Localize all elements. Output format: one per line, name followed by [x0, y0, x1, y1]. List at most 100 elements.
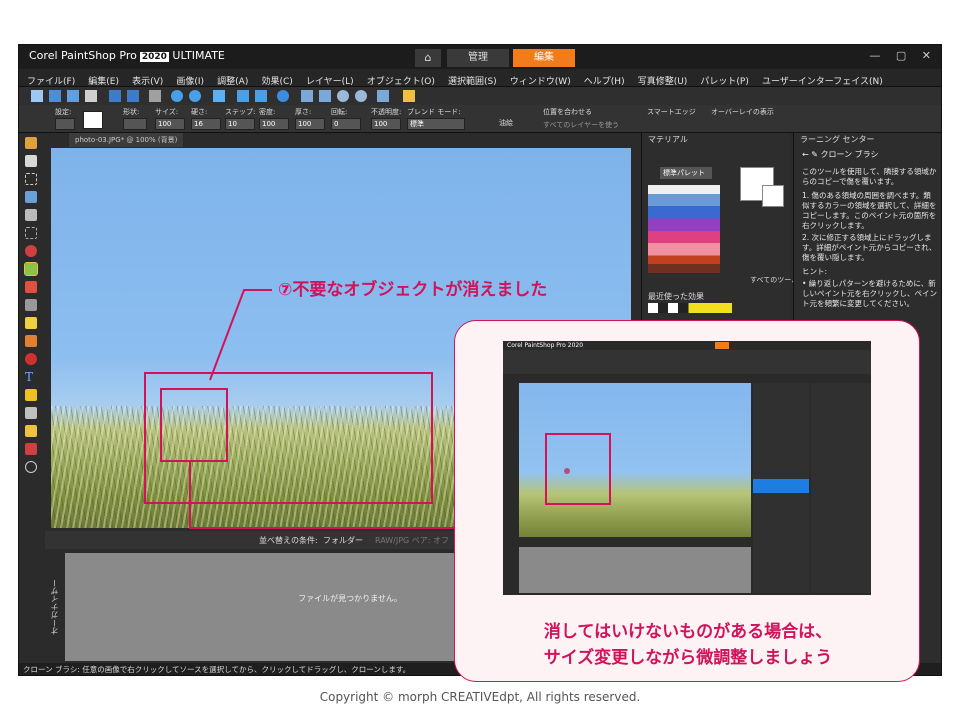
shape-selector[interactable] — [123, 118, 147, 130]
size-field[interactable]: 100 — [155, 118, 185, 130]
color-swatches[interactable] — [648, 185, 720, 273]
palette-select[interactable]: 標準パレット — [660, 167, 712, 179]
recent-colors[interactable] — [648, 303, 732, 313]
tool-name: クローン ブラシ — [820, 150, 879, 159]
color-replacer-tool-icon[interactable] — [25, 353, 37, 365]
preset-shape-tool-icon[interactable] — [25, 389, 37, 401]
document-tab[interactable]: photo-03.JPG* @ 100% (背景) — [69, 133, 184, 147]
overlay-checkbox[interactable]: オーバーレイの表示 — [711, 107, 774, 117]
copyright-text: Copyright © morph CREATIVEdpt, All right… — [319, 690, 641, 704]
rotate-right-icon[interactable] — [255, 90, 267, 102]
background-swatch[interactable] — [762, 185, 784, 207]
brand-name: Corel PaintShop Pro — [29, 49, 137, 62]
preset-picker[interactable] — [55, 118, 75, 130]
clone-brush-tool-icon[interactable] — [24, 262, 38, 276]
smart-edge-checkbox[interactable]: スマートエッジ — [647, 107, 696, 117]
size-label: サイズ: — [155, 108, 179, 116]
picture-tube-tool-icon[interactable] — [25, 443, 37, 455]
print-icon[interactable] — [149, 90, 161, 102]
dropper-tool-icon[interactable] — [25, 191, 37, 203]
callout-text: ⑦不要なオブジェクトが消えました — [278, 280, 548, 300]
sort-select[interactable]: フォルダー — [323, 535, 363, 546]
full-screen-icon[interactable] — [377, 90, 389, 102]
dodge-tool-icon[interactable] — [25, 317, 37, 329]
pick-tool-icon[interactable] — [25, 155, 37, 167]
tools-toolbar: T — [19, 133, 45, 663]
crop-tool-icon[interactable] — [25, 209, 37, 221]
rotation-field[interactable]: 0 — [331, 118, 361, 130]
materials-title: マテリアル — [648, 135, 688, 144]
title-bar: Corel PaintShop Pro 2020 ULTIMATE ⌂ 管理 編集… — [19, 45, 941, 69]
hardness-field[interactable]: 16 — [191, 118, 221, 130]
zoom-in-icon[interactable] — [355, 90, 367, 102]
image-info-icon[interactable] — [301, 90, 313, 102]
zoom-out-icon[interactable] — [337, 90, 349, 102]
straighten-tool-icon[interactable] — [25, 227, 37, 239]
shape-label: 形状: — [123, 108, 140, 116]
tool-options-bar: 設定: 形状: サイズ: 100 硬さ: 16 ステップ: 10 密度: 100… — [19, 105, 941, 133]
script-icon[interactable] — [403, 90, 415, 102]
step-2: 2. 次に修正する領域上にドラッグします。詳細がペイント元からコピーされ、傷を覆… — [802, 233, 937, 262]
rotate-left-icon[interactable] — [237, 90, 249, 102]
rotation-label: 回転: — [331, 108, 348, 116]
more-tools-icon[interactable] — [25, 461, 37, 473]
app-brand: Corel PaintShop Pro 2020 ULTIMATE — [29, 49, 225, 62]
inset-highlight-box — [545, 433, 611, 505]
tool-heading: ← ✎ クローン ブラシ — [802, 149, 878, 160]
home-tab[interactable]: ⌂ — [415, 49, 441, 67]
tab-edit[interactable]: 編集 — [513, 49, 575, 67]
blend-select[interactable]: 標準 — [407, 118, 465, 130]
thistle-flower — [564, 468, 570, 474]
open-icon[interactable] — [49, 90, 61, 102]
pan-tool-icon[interactable] — [25, 137, 37, 149]
fill-tool-icon[interactable] — [25, 335, 37, 347]
raw-jpg-pair-toggle[interactable]: RAW/JPG ペア: オフ — [375, 535, 449, 546]
all-layers-checkbox[interactable]: すべてのレイヤーを使う — [543, 120, 619, 130]
red-eye-tool-icon[interactable] — [25, 245, 37, 257]
all-tools-checkbox[interactable]: すべてのツール — [750, 275, 798, 285]
info-icon[interactable] — [277, 90, 289, 102]
pen-tool-icon[interactable] — [25, 407, 37, 419]
undo-icon[interactable] — [171, 90, 183, 102]
opacity-label: 不透明度: — [371, 108, 402, 116]
thickness-field[interactable]: 100 — [295, 118, 325, 130]
eraser-tool-icon[interactable] — [25, 299, 37, 311]
step-label: ステップ: — [225, 108, 256, 116]
brush-tip-preview[interactable] — [83, 111, 103, 129]
scan-icon[interactable] — [85, 90, 97, 102]
slide: Corel PaintShop Pro 2020 ULTIMATE ⌂ 管理 編集… — [0, 0, 960, 720]
thickness-label: 厚さ: — [295, 108, 312, 116]
browse-icon[interactable] — [67, 90, 79, 102]
inset-caption-line-2: サイズ変更しながら微調整しましょう — [543, 648, 833, 668]
redo-icon[interactable] — [189, 90, 201, 102]
back-arrow-icon[interactable]: ← — [802, 150, 809, 159]
organizer-side-label: オーガナイザー — [45, 553, 65, 661]
warp-brush-tool-icon[interactable] — [25, 425, 37, 437]
recent-effects-label: 最近使った効果 — [648, 292, 704, 301]
save-icon[interactable] — [109, 90, 121, 102]
text-tool-icon[interactable]: T — [25, 371, 37, 383]
tab-manage[interactable]: 管理 — [447, 49, 509, 67]
inset-caption: 消してはいけないものがある場合は、 サイズ変更しながら微調整しましょう — [455, 619, 921, 671]
fit-icon[interactable] — [319, 90, 331, 102]
learning-title: ラーニング センター — [800, 135, 875, 144]
opacity-field[interactable]: 100 — [371, 118, 401, 130]
wet-label: 油絵 — [499, 119, 513, 127]
aligned-checkbox[interactable]: 位置を合わせる — [543, 107, 592, 117]
hint-label: ヒント: — [802, 267, 828, 276]
menu-bar: ファイル(F) 編集(E) 表示(V) 画像(I) 調整(A) 効果(C) レイ… — [19, 69, 941, 87]
paint-brush-tool-icon[interactable] — [25, 281, 37, 293]
hint-1: • 繰り返しパターンを避けるために、新しいペイント元を右クリックし、ペイント元を… — [802, 279, 937, 308]
save-as-icon[interactable] — [127, 90, 139, 102]
window-controls[interactable]: — ▢ ✕ — [869, 49, 937, 62]
resize-icon[interactable] — [213, 90, 225, 102]
inset-caption-line-1: 消してはいけないものがある場合は、 — [543, 622, 833, 642]
step-field[interactable]: 10 — [225, 118, 255, 130]
sort-label: 並べ替えの条件: — [259, 536, 318, 545]
density-field[interactable]: 100 — [259, 118, 289, 130]
selection-tool-icon[interactable] — [25, 173, 37, 185]
standard-toolbar — [19, 87, 941, 105]
tool-intro: このツールを使用して、隣接する領域からのコピーで傷を覆います。 — [802, 167, 937, 186]
inset-card: Corel PaintShop Pro 2020 消してはいけないものがある場合… — [454, 320, 920, 682]
new-icon[interactable] — [31, 90, 43, 102]
